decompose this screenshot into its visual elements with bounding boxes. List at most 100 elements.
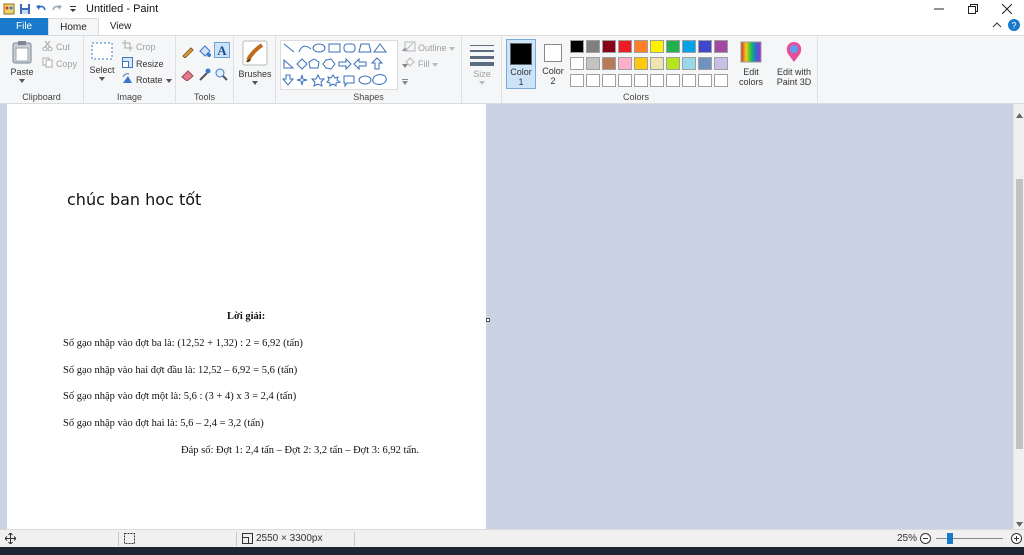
shapes-group: Outline Fill Shapes: [276, 36, 462, 104]
scissors-icon: [42, 40, 53, 54]
vertical-scrollbar[interactable]: [1013, 104, 1024, 529]
solution-line: Số gạo nhập vào hai đợt đầu là: 12,52 – …: [63, 365, 298, 376]
colors-group: Color 1 Color 2 Edit colors Edit with Pa…: [502, 36, 818, 104]
select-button[interactable]: Select: [88, 40, 116, 81]
brushes-group: Brushes: [234, 36, 276, 104]
paint3d-icon: [782, 42, 806, 67]
palette-swatch[interactable]: [650, 57, 664, 70]
palette-swatch[interactable]: [618, 57, 632, 70]
palette-swatch[interactable]: [618, 40, 632, 53]
palette-swatch[interactable]: [634, 57, 648, 70]
shapes-gallery[interactable]: [280, 40, 398, 90]
palette-swatch[interactable]: [666, 40, 680, 53]
canvas-area: chúc ban hoc tốt Lời giải: Số gạo nhập v…: [0, 104, 1013, 529]
redo-icon[interactable]: [49, 2, 64, 16]
palette-swatch[interactable]: [634, 40, 648, 53]
palette-swatch[interactable]: [714, 57, 728, 70]
select-dropdown-icon: [88, 75, 116, 81]
fill-bucket-icon[interactable]: [198, 45, 211, 61]
tab-home[interactable]: Home: [48, 18, 99, 35]
collapse-ribbon-icon[interactable]: [992, 20, 1002, 33]
palette-swatch[interactable]: [586, 74, 600, 87]
palette-swatch[interactable]: [570, 74, 584, 87]
solution-line: Số gạo nhập vào đợt một là: 5,6 : (3 + 4…: [63, 391, 297, 402]
palette-swatch[interactable]: [682, 57, 696, 70]
palette-swatch[interactable]: [570, 57, 584, 70]
palette-swatch[interactable]: [666, 57, 680, 70]
canvas-resize-handle[interactable]: [486, 318, 490, 322]
palette-swatch[interactable]: [602, 74, 616, 87]
size-dropdown-icon: [467, 79, 497, 85]
paste-button[interactable]: Paste: [8, 40, 36, 88]
palette-swatch[interactable]: [714, 74, 728, 87]
resize-button[interactable]: Resize: [122, 57, 164, 71]
color1-swatch: [510, 43, 532, 65]
palette-swatch[interactable]: [698, 40, 712, 53]
text-tool-icon[interactable]: A: [214, 42, 230, 58]
clipboard-icon: [11, 41, 33, 67]
save-icon[interactable]: [17, 2, 32, 16]
edit-paint3d-label: Edit with: [776, 67, 811, 77]
edit-with-paint3d-button[interactable]: Edit with Paint 3D: [772, 40, 816, 87]
zoom-in-icon[interactable]: [1011, 533, 1022, 547]
eraser-icon[interactable]: [181, 68, 194, 84]
colors-group-label: Colors: [622, 92, 649, 102]
palette-swatch[interactable]: [570, 40, 584, 53]
close-button[interactable]: [990, 0, 1024, 18]
status-bar: 2550 × 3300px 25%: [0, 529, 1024, 547]
fill-button[interactable]: Fill: [404, 57, 438, 71]
palette-swatch[interactable]: [666, 74, 680, 87]
drawing-canvas[interactable]: chúc ban hoc tốt Lời giải: Số gạo nhập v…: [7, 104, 486, 529]
color1-label: Color: [510, 67, 532, 77]
cut-button[interactable]: Cut: [42, 40, 70, 54]
crop-button[interactable]: Crop: [122, 40, 156, 54]
color2-button[interactable]: Color 2: [538, 39, 568, 89]
cut-label: Cut: [56, 42, 71, 52]
brushes-button[interactable]: Brushes: [238, 40, 272, 85]
palette-swatch[interactable]: [618, 74, 632, 87]
size-button[interactable]: Size: [467, 40, 497, 85]
outline-icon: [404, 41, 416, 55]
zoom-slider-thumb[interactable]: [947, 533, 953, 544]
color2-number: 2: [550, 76, 556, 86]
palette-swatch[interactable]: [650, 74, 664, 87]
zoom-out-icon[interactable]: [920, 533, 931, 547]
restore-button[interactable]: [956, 0, 990, 18]
color-picker-icon[interactable]: [198, 68, 211, 84]
palette-swatch[interactable]: [602, 57, 616, 70]
fill-dropdown-icon: [431, 58, 438, 70]
size-group: Size: [462, 36, 502, 104]
palette-swatch[interactable]: [714, 40, 728, 53]
image-dimensions: 2550 × 3300px: [256, 533, 323, 544]
outline-button[interactable]: Outline: [404, 41, 455, 55]
copy-button[interactable]: Copy: [42, 57, 77, 71]
palette-swatch[interactable]: [682, 74, 696, 87]
customize-qat-icon[interactable]: [65, 2, 80, 16]
solution-line: Số gạo nhập vào đợt ba là: (12,52 + 1,32…: [63, 338, 303, 349]
shapes-gallery-icons: [281, 43, 387, 88]
tab-view[interactable]: View: [99, 18, 143, 35]
palette-swatch[interactable]: [650, 40, 664, 53]
minimize-button[interactable]: [922, 0, 956, 18]
scrollbar-thumb[interactable]: [1016, 179, 1023, 449]
rotate-button[interactable]: Rotate: [122, 73, 172, 87]
rotate-dropdown-icon: [165, 74, 172, 86]
clipboard-group: Paste Cut Copy Clipboard: [0, 36, 84, 104]
palette-swatch[interactable]: [634, 74, 648, 87]
help-icon[interactable]: ?: [1008, 19, 1020, 34]
palette-swatch[interactable]: [698, 57, 712, 70]
scroll-up-icon[interactable]: [1016, 109, 1023, 121]
palette-swatch[interactable]: [602, 40, 616, 53]
pencil-icon[interactable]: [181, 45, 194, 61]
palette-swatch[interactable]: [586, 40, 600, 53]
color1-button[interactable]: Color 1: [506, 39, 536, 89]
tab-file[interactable]: File: [0, 18, 49, 35]
palette-swatch[interactable]: [682, 40, 696, 53]
palette-swatch[interactable]: [586, 57, 600, 70]
color-wheel-icon: [739, 41, 763, 67]
undo-icon[interactable]: [33, 2, 48, 16]
palette-swatch[interactable]: [698, 74, 712, 87]
edit-colors-button[interactable]: Edit colors: [736, 40, 766, 87]
svg-text:?: ?: [1011, 21, 1016, 31]
magnifier-icon[interactable]: [215, 68, 228, 84]
